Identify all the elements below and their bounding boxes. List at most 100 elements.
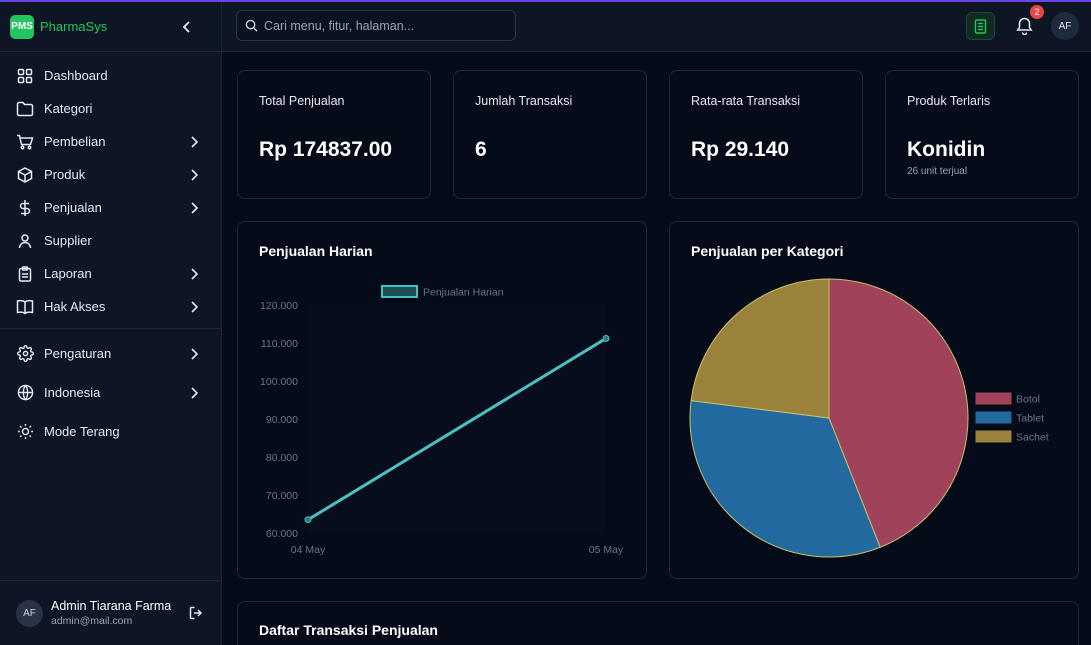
stat-card-total-sales: Total Penjualan Rp 174837.00 xyxy=(237,70,431,199)
user-profile: AF Admin Tiarana Farma admin@mail.com xyxy=(0,580,221,645)
search-box[interactable] xyxy=(236,10,516,41)
sidebar-item-label: Produk xyxy=(44,167,86,182)
legend-swatch xyxy=(381,285,418,298)
stat-subtext: 26 unit terjual xyxy=(907,166,968,177)
notification-badge: 2 xyxy=(1030,5,1044,19)
stat-value: Konidin xyxy=(907,138,986,161)
cart-icon xyxy=(16,133,34,151)
stat-card-average-transaction: Rata-rata Transaksi Rp 29.140 xyxy=(669,70,863,199)
stat-label: Produk Terlaris xyxy=(907,94,991,108)
legend-swatch xyxy=(975,392,1012,405)
theme-toggle[interactable]: Mode Terang xyxy=(0,412,221,451)
stat-label: Jumlah Transaksi xyxy=(475,94,573,108)
sidebar-item-dashboard[interactable]: Dashboard xyxy=(0,59,221,92)
user-email: admin@mail.com xyxy=(51,615,133,627)
sidebar-item-pembelian[interactable]: Pembelian xyxy=(0,125,221,158)
sidebar-item-label: Kategori xyxy=(44,101,93,116)
search-icon xyxy=(245,19,258,32)
book-icon xyxy=(16,298,34,316)
chevron-right-icon xyxy=(187,347,201,361)
stat-label: Rata-rata Transaksi xyxy=(691,94,801,108)
sidebar-item-label: Dashboard xyxy=(44,68,108,83)
chevron-left-icon xyxy=(182,20,190,33)
sidebar-item-label: Pengaturan xyxy=(44,346,112,361)
panel-title: Daftar Transaksi Penjualan xyxy=(259,622,438,638)
sidebar-item-penjualan[interactable]: Penjualan xyxy=(0,191,221,224)
folder-icon xyxy=(16,100,34,118)
data-point xyxy=(304,516,312,524)
chevron-right-icon xyxy=(187,135,201,149)
y-tick-label: 80.000 xyxy=(266,452,298,464)
sidebar-item-label: Supplier xyxy=(44,233,92,248)
data-point xyxy=(602,334,610,342)
chevron-right-icon xyxy=(187,300,201,314)
y-tick-label: 70.000 xyxy=(266,490,298,502)
chevron-right-icon xyxy=(187,386,201,400)
category-sales-chart: Botol Tablet Sachet xyxy=(689,278,1049,558)
avatar[interactable]: AF xyxy=(16,599,43,627)
brand: PMS PharmaSys xyxy=(0,2,221,52)
sidebar-item-label: Pembelian xyxy=(44,134,106,149)
y-tick-label: 90.000 xyxy=(266,414,298,426)
sidebar-item-label: Indonesia xyxy=(44,385,101,400)
logout-icon xyxy=(189,606,203,620)
stat-value: 6 xyxy=(475,138,487,161)
legend-label: Penjualan Harian xyxy=(423,287,504,299)
sidebar-item-label: Penjualan xyxy=(44,200,102,215)
sidebar-item-laporan[interactable]: Laporan xyxy=(0,257,221,290)
y-tick-label: 60.000 xyxy=(266,528,298,540)
sidebar-item-hak-akses[interactable]: Hak Akses xyxy=(0,290,221,323)
y-tick-label: 120.000 xyxy=(260,300,298,312)
stat-value: Rp 29.140 xyxy=(691,138,790,161)
sun-icon xyxy=(16,423,34,441)
daily-sales-chart: 60.000 70.000 80.000 90.000 100.000 110.000 12… xyxy=(260,285,624,556)
legend-swatch xyxy=(975,430,1012,443)
document-button[interactable] xyxy=(966,12,995,40)
category-sales-panel: Penjualan per Kategori Botol Tablet Sachet xyxy=(669,221,1079,579)
chevron-right-icon xyxy=(187,168,201,182)
sidebar-item-produk[interactable]: Produk xyxy=(0,158,221,191)
pie-slice xyxy=(690,278,830,419)
bell-icon xyxy=(1015,17,1033,35)
collapse-sidebar-button[interactable] xyxy=(177,17,197,37)
legend-label: Sachet xyxy=(1016,432,1049,444)
dollar-icon xyxy=(16,199,34,217)
grid-icon xyxy=(16,67,34,85)
document-icon xyxy=(974,18,987,34)
stat-card-top-product: Produk Terlaris Konidin 26 unit terjual xyxy=(885,70,1079,199)
stat-label: Total Penjualan xyxy=(259,94,345,108)
sidebar-item-label: Laporan xyxy=(44,266,92,281)
sidebar: PMS PharmaSys Dashboard Kategori Pembeli… xyxy=(0,2,222,645)
user-avatar[interactable]: AF xyxy=(1051,12,1079,40)
brand-logo[interactable]: PMS xyxy=(10,14,34,39)
logout-button[interactable] xyxy=(187,604,205,622)
sidebar-item-pengaturan[interactable]: Pengaturan xyxy=(0,334,221,373)
user-icon xyxy=(16,232,34,250)
chevron-right-icon xyxy=(187,201,201,215)
sidebar-item-label: Hak Akses xyxy=(44,299,106,314)
sidebar-item-label: Mode Terang xyxy=(44,424,120,439)
transactions-panel: Daftar Transaksi Penjualan xyxy=(237,601,1079,645)
sidebar-nav: Dashboard Kategori Pembelian Produk Penj… xyxy=(0,52,221,451)
user-name: Admin Tiarana Farma xyxy=(51,599,172,613)
gear-icon xyxy=(16,345,34,363)
plot-area xyxy=(308,305,606,533)
x-tick-label: 04 May xyxy=(291,544,326,556)
legend-label: Botol xyxy=(1016,394,1040,406)
y-tick-label: 100.000 xyxy=(260,376,298,388)
daily-sales-panel: Penjualan Harian 60.000 70.000 80.000 90.00… xyxy=(237,221,647,579)
sidebar-item-language[interactable]: Indonesia xyxy=(0,373,221,412)
legend-label: Tablet xyxy=(1016,413,1044,425)
clipboard-icon xyxy=(16,265,34,283)
x-tick-label: 05 May xyxy=(589,544,624,556)
box-icon xyxy=(16,166,34,184)
sidebar-item-kategori[interactable]: Kategori xyxy=(0,92,221,125)
brand-name[interactable]: PharmaSys xyxy=(40,19,107,34)
search-input[interactable] xyxy=(264,18,504,33)
sidebar-item-supplier[interactable]: Supplier xyxy=(0,224,221,257)
topbar: 2 AF xyxy=(222,2,1091,52)
stat-value: Rp 174837.00 xyxy=(259,138,393,161)
legend-swatch xyxy=(975,411,1012,424)
chevron-right-icon xyxy=(187,267,201,281)
y-tick-label: 110.000 xyxy=(261,338,298,350)
